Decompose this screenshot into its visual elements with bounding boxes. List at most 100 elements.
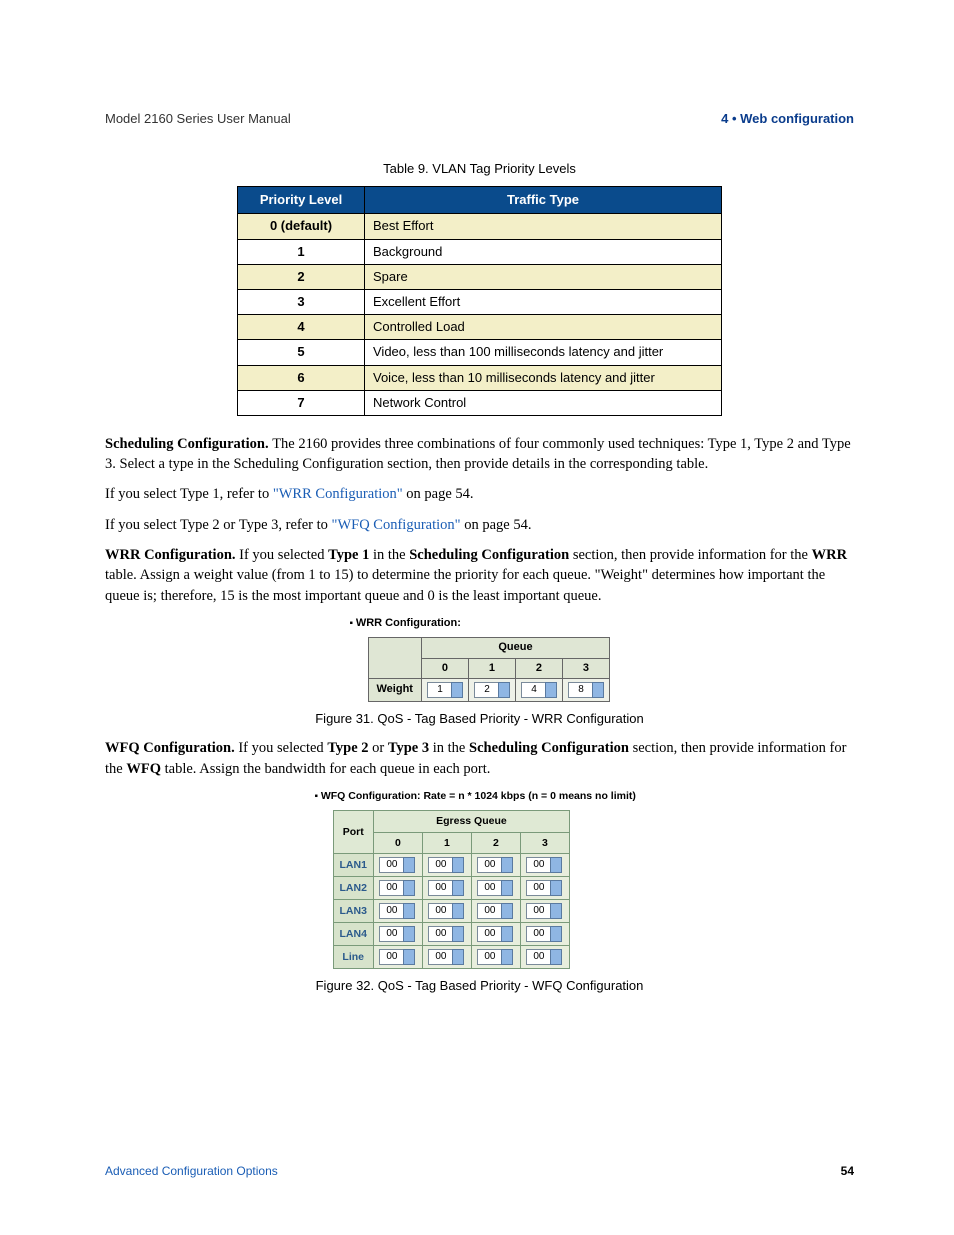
table-row: 7Network Control (238, 390, 722, 415)
wfq-rate-stepper[interactable]: 00 (422, 900, 471, 923)
wrr-col-header: 1 (468, 658, 515, 678)
traffic-type: Network Control (365, 390, 722, 415)
footer-left: Advanced Configuration Options (105, 1163, 278, 1180)
wfq-rate-stepper[interactable]: 00 (520, 923, 569, 946)
wfq-row: LAN200000000 (333, 877, 569, 900)
wrr-col-header: 2 (515, 658, 562, 678)
wfq-row: Line00000000 (333, 946, 569, 969)
table-row: 4Controlled Load (238, 315, 722, 340)
lead-scheduling: Scheduling Configuration. (105, 436, 272, 452)
traffic-type: Excellent Effort (365, 289, 722, 314)
wfq-rate-stepper[interactable]: 00 (373, 946, 422, 969)
wfq-row: LAN400000000 (333, 923, 569, 946)
wfq-rate-stepper[interactable]: 00 (471, 854, 520, 877)
page: Model 2160 Series User Manual 4 • Web co… (0, 0, 954, 1235)
table9-header-level: Priority Level (238, 187, 365, 214)
type23-post: on page 54. (461, 517, 532, 533)
wfq-rate-stepper[interactable]: 00 (471, 877, 520, 900)
running-head-left: Model 2160 Series User Manual (105, 110, 291, 128)
wfq-rate-stepper[interactable]: 00 (471, 946, 520, 969)
wfq-rate-stepper[interactable]: 00 (520, 946, 569, 969)
wfq-rate-stepper[interactable]: 00 (422, 877, 471, 900)
traffic-type: Spare (365, 264, 722, 289)
wfq-port-label: LAN4 (333, 923, 373, 946)
priority-level: 0 (default) (238, 214, 365, 239)
wfq-col-header: 0 (373, 832, 422, 854)
wfq-rate-stepper[interactable]: 00 (422, 946, 471, 969)
wfq-port-header: Port (333, 810, 373, 853)
table9-header-type: Traffic Type (365, 187, 722, 214)
type23-pre: If you select Type 2 or Type 3, refer to (105, 517, 332, 533)
wrr-col-header: 0 (421, 658, 468, 678)
figure31: WRR Configuration: Queue 0123 Weight1248 (350, 616, 610, 702)
wfq-rate-stepper[interactable]: 00 (520, 877, 569, 900)
para-wrr: WRR Configuration. If you selected Type … (105, 545, 854, 606)
table-row: 2Spare (238, 264, 722, 289)
wfq-col-header: 2 (471, 832, 520, 854)
link-wfq-config[interactable]: "WFQ Configuration" (332, 517, 461, 533)
table9: Priority Level Traffic Type 0 (default)B… (237, 186, 722, 416)
priority-level: 4 (238, 315, 365, 340)
traffic-type: Background (365, 239, 722, 264)
table-row: 0 (default)Best Effort (238, 214, 722, 239)
content: Table 9. VLAN Tag Priority Levels Priori… (105, 160, 854, 995)
para-type1: If you select Type 1, refer to "WRR Conf… (105, 484, 854, 504)
wfq-col-header: 1 (422, 832, 471, 854)
wfq-rate-stepper[interactable]: 00 (471, 900, 520, 923)
wfq-row: LAN100000000 (333, 854, 569, 877)
wfq-rate-stepper[interactable]: 00 (422, 923, 471, 946)
wfq-rate-stepper[interactable]: 00 (373, 854, 422, 877)
wrr-title: WRR Configuration: (350, 616, 610, 631)
type1-post: on page 54. (403, 486, 474, 502)
priority-level: 3 (238, 289, 365, 314)
table9-caption: Table 9. VLAN Tag Priority Levels (105, 160, 854, 178)
wrr-queue-header: Queue (421, 638, 609, 658)
footer-page: 54 (841, 1163, 854, 1180)
wfq-rate-stepper[interactable]: 00 (422, 854, 471, 877)
wfq-col-header: 3 (520, 832, 569, 854)
wfq-port-label: LAN1 (333, 854, 373, 877)
wrr-weight-stepper[interactable]: 2 (468, 679, 515, 702)
wrr-weight-stepper[interactable]: 4 (515, 679, 562, 702)
table-row: 6Voice, less than 10 milliseconds latenc… (238, 365, 722, 390)
traffic-type: Best Effort (365, 214, 722, 239)
wfq-row: LAN300000000 (333, 900, 569, 923)
wrr-weight-stepper[interactable]: 1 (421, 679, 468, 702)
wrr-weight-stepper[interactable]: 8 (562, 679, 609, 702)
wfq-title: WFQ Configuration: Rate = n * 1024 kbps … (315, 789, 645, 804)
traffic-type: Video, less than 100 milliseconds latenc… (365, 340, 722, 365)
wfq-port-label: Line (333, 946, 373, 969)
wrr-table: Queue 0123 Weight1248 (368, 637, 610, 702)
wfq-rate-stepper[interactable]: 00 (520, 900, 569, 923)
para-scheduling: Scheduling Configuration. The 2160 provi… (105, 434, 854, 475)
running-head: Model 2160 Series User Manual 4 • Web co… (105, 110, 854, 128)
running-head-right: 4 • Web configuration (721, 110, 854, 128)
wfq-rate-stepper[interactable]: 00 (520, 854, 569, 877)
lead-wfq: WFQ Configuration. (105, 740, 238, 756)
wfq-rate-stepper[interactable]: 00 (471, 923, 520, 946)
table-row: 1Background (238, 239, 722, 264)
para-type23: If you select Type 2 or Type 3, refer to… (105, 515, 854, 535)
wfq-port-label: LAN2 (333, 877, 373, 900)
priority-level: 1 (238, 239, 365, 264)
table-row: 5Video, less than 100 milliseconds laten… (238, 340, 722, 365)
wfq-egress-header: Egress Queue (373, 810, 569, 832)
traffic-type: Controlled Load (365, 315, 722, 340)
table-row: 3Excellent Effort (238, 289, 722, 314)
wfq-rate-stepper[interactable]: 00 (373, 877, 422, 900)
priority-level: 5 (238, 340, 365, 365)
type1-pre: If you select Type 1, refer to (105, 486, 273, 502)
footer: Advanced Configuration Options 54 (105, 1163, 854, 1180)
wfq-table: Port Egress Queue 0123 LAN100000000LAN20… (333, 810, 570, 969)
priority-level: 7 (238, 390, 365, 415)
wrr-col-header: 3 (562, 658, 609, 678)
figure31-caption: Figure 31. QoS - Tag Based Priority - WR… (105, 710, 854, 728)
priority-level: 2 (238, 264, 365, 289)
figure32-caption: Figure 32. QoS - Tag Based Priority - WF… (105, 977, 854, 995)
wfq-rate-stepper[interactable]: 00 (373, 900, 422, 923)
lead-wrr: WRR Configuration. (105, 547, 239, 563)
link-wrr-config[interactable]: "WRR Configuration" (273, 486, 403, 502)
traffic-type: Voice, less than 10 milliseconds latency… (365, 365, 722, 390)
wfq-rate-stepper[interactable]: 00 (373, 923, 422, 946)
priority-level: 6 (238, 365, 365, 390)
